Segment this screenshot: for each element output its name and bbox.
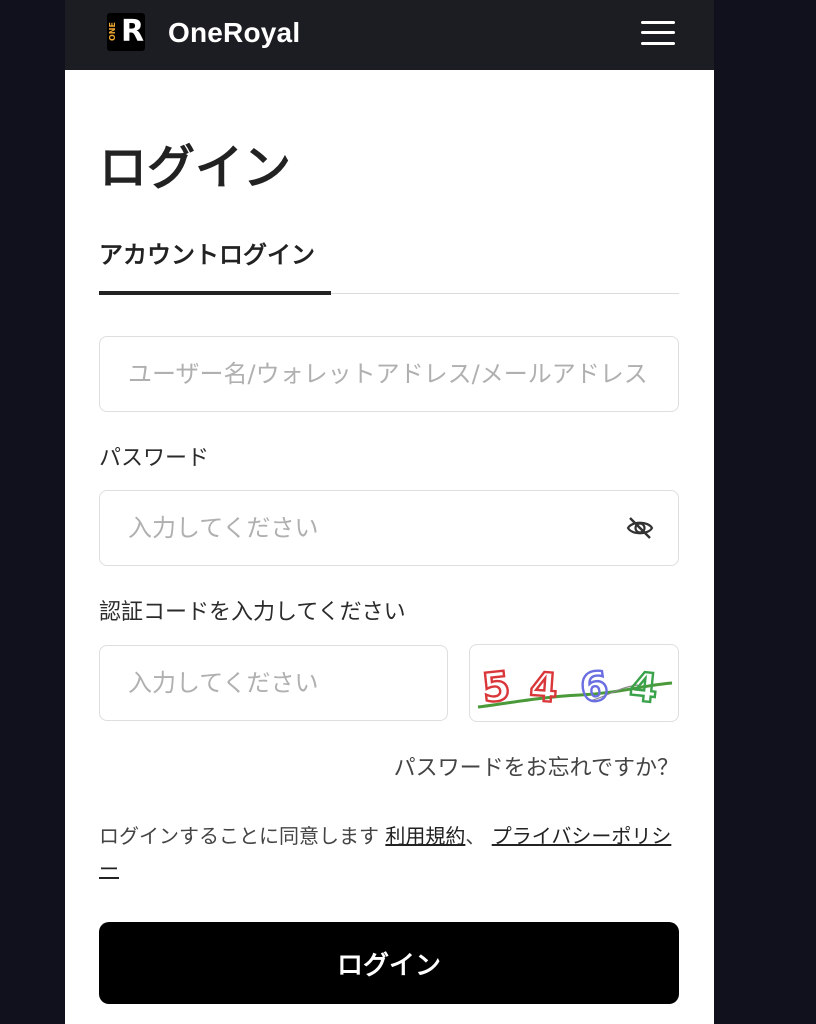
top-navigation-bar: ONE R OneRoyal <box>65 0 714 70</box>
oneroyal-logo[interactable]: ONE R <box>107 13 145 51</box>
captcha-digit: 6 <box>577 663 611 712</box>
menu-line <box>641 21 675 24</box>
hamburger-menu-icon[interactable] <box>639 19 679 49</box>
login-submit-button[interactable]: ログイン <box>99 922 679 1004</box>
captcha-digit: 5 <box>480 663 512 712</box>
eye-off-icon[interactable] <box>625 513 655 543</box>
tab-active-indicator <box>99 291 331 295</box>
captcha-image[interactable]: 5464 <box>469 644 679 722</box>
logo-r-letter: R <box>121 14 145 49</box>
agreement-prefix: ログインすることに同意します <box>99 824 379 848</box>
menu-line <box>641 31 675 34</box>
captcha-label: 認証コードを入力してください <box>99 600 406 625</box>
agreement-separator: 、 <box>465 824 486 848</box>
brand-name[interactable]: OneRoyal <box>168 14 300 52</box>
captcha-digit: 4 <box>528 664 559 712</box>
phone-screen: ONE R OneRoyal ログイン アカウントログイン パスワード 認証コー… <box>65 0 714 1024</box>
agreement-text: ログインすることに同意します 利用規約、 プライバシーポリシー <box>99 820 689 886</box>
tab-account-login[interactable]: アカウントログイン <box>99 238 315 272</box>
password-input[interactable] <box>99 490 679 566</box>
menu-line <box>641 42 675 45</box>
terms-link[interactable]: 利用規約 <box>385 824 465 848</box>
logo-one-text: ONE <box>108 22 117 42</box>
captcha-input[interactable] <box>99 645 448 721</box>
username-input[interactable] <box>99 336 679 412</box>
password-label: パスワード <box>99 446 210 471</box>
forgot-password-link[interactable]: パスワードをお忘れですか？ <box>367 754 679 784</box>
page-title: ログイン <box>99 140 292 196</box>
captcha-digit: 4 <box>627 664 659 713</box>
